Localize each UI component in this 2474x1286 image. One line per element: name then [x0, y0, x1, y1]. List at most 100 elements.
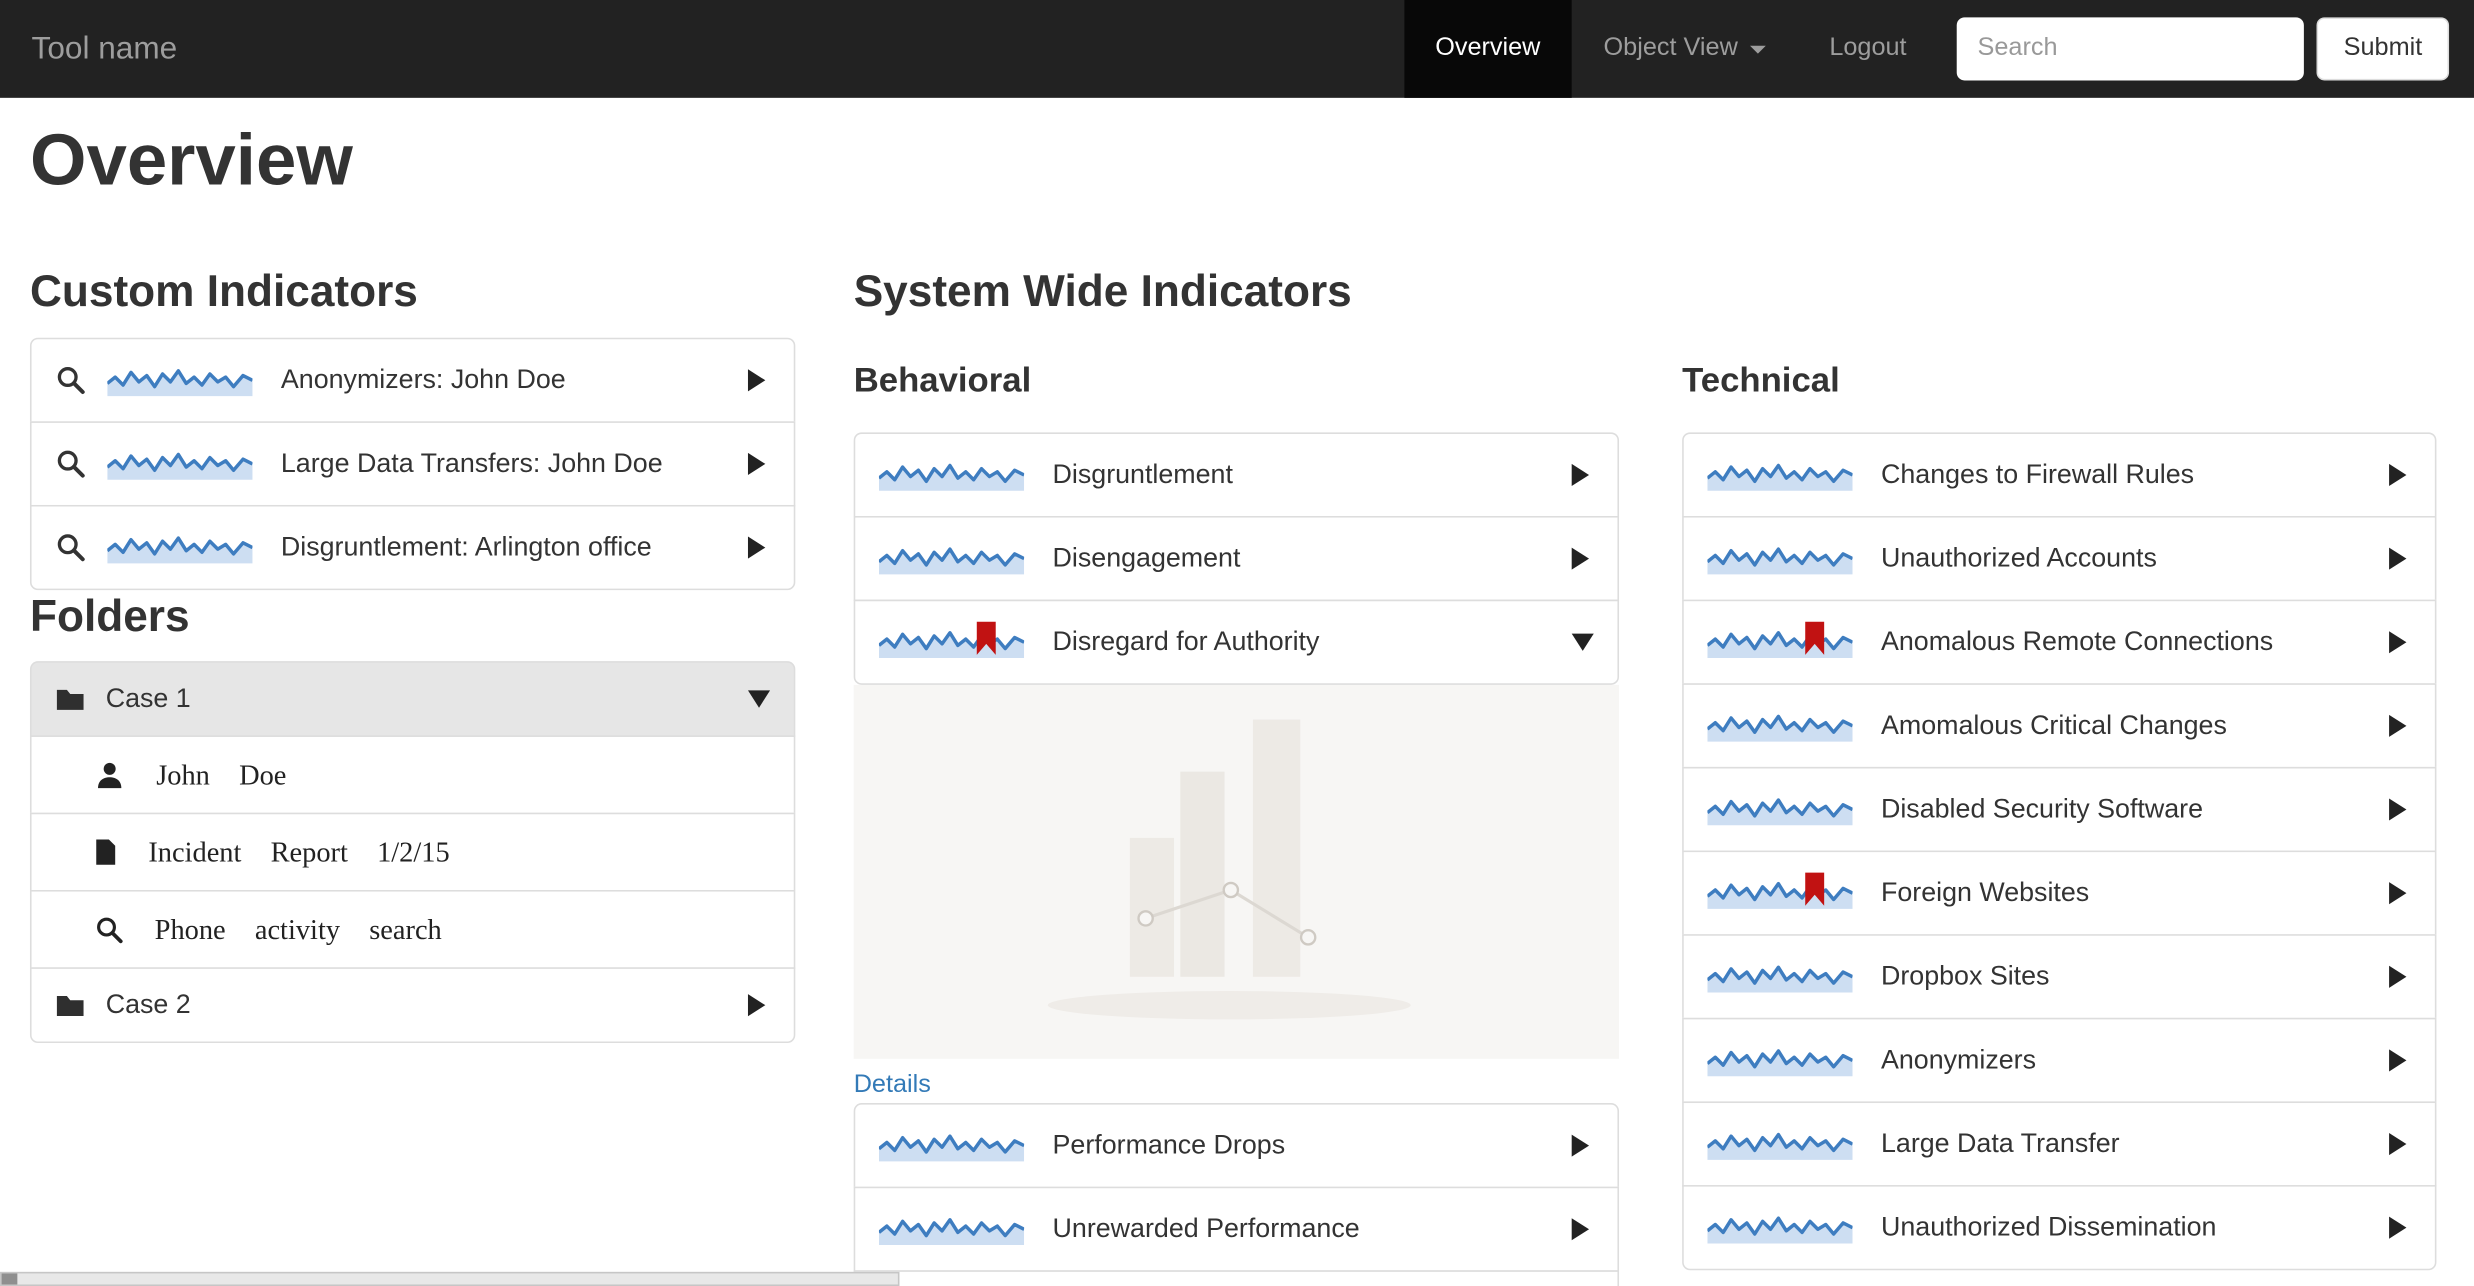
indicator-label: Anonymizers: John Doe: [280, 363, 566, 394]
indicator-label: Disengagement: [1052, 542, 1241, 573]
folder-case-1[interactable]: Case 1: [29, 661, 796, 738]
expand-caret-icon[interactable]: [2389, 714, 2407, 737]
behavioral-title: Behavioral: [853, 359, 1032, 399]
indicator-label: Amomalous Critical Changes: [1880, 710, 2227, 741]
nav-item-overview[interactable]: Overview: [1403, 0, 1572, 98]
search-icon: [57, 450, 85, 478]
indicator-row[interactable]: Large Data Transfer: [1682, 1101, 2437, 1187]
details-link[interactable]: Details: [854, 1071, 931, 1099]
custom-indicator-row[interactable]: Disgruntlement: Arlington office: [29, 504, 796, 590]
case-1-children: John Doe Incident Report 1/2/15 Phone ac…: [29, 735, 796, 970]
collapse-caret-icon[interactable]: [747, 690, 771, 709]
application-window: Tool name Overview Object View Logout Su…: [0, 0, 2474, 1286]
case-child-row[interactable]: John Doe: [29, 735, 796, 815]
custom-indicator-row[interactable]: Anonymizers: John Doe: [29, 337, 796, 423]
folder-case-2[interactable]: Case 2: [29, 967, 796, 1044]
expand-caret-icon[interactable]: [747, 452, 766, 475]
horizontal-scrollbar[interactable]: [0, 1271, 900, 1286]
indicator-label: Foreign Websites: [1880, 877, 2090, 908]
indicator-row[interactable]: Amomalous Critical Changes: [1682, 683, 2437, 769]
scrollbar-thumb[interactable]: [1, 1273, 18, 1285]
top-navbar: Tool name Overview Object View Logout Su…: [0, 0, 2474, 98]
placeholder-chart-image: [1047, 719, 1411, 1020]
sparkline-chart: [878, 1218, 1025, 1246]
expand-caret-icon[interactable]: [2389, 1216, 2407, 1239]
indicator-label: Performance Drops: [1052, 1129, 1286, 1160]
expand-caret-icon[interactable]: [2389, 1049, 2407, 1072]
folder-icon: [56, 996, 84, 1017]
expand-caret-icon[interactable]: [1571, 547, 1590, 570]
indicator-label: Changes to Firewall Rules: [1880, 459, 2195, 490]
expand-caret-icon[interactable]: [1571, 1218, 1590, 1241]
indicator-row[interactable]: Disregard for Authority: [853, 599, 1620, 685]
behavioral-more-list: Performance Drops Unrewarded Performance: [853, 1102, 1620, 1286]
nav-item-label: Logout: [1829, 34, 1907, 62]
expand-caret-icon[interactable]: [1571, 1134, 1590, 1157]
sparkline-chart: [1707, 798, 1853, 826]
indicator-label: Anonymizers: [1880, 1044, 2037, 1075]
behavioral-list: Disgruntlement Disengagement Disregard f…: [853, 432, 1620, 685]
nav-item-object-view[interactable]: Object View: [1572, 0, 1798, 98]
nav-item-logout[interactable]: Logout: [1798, 0, 1938, 98]
indicator-row[interactable]: Unauthorized Accounts: [1682, 515, 2437, 602]
search-icon: [97, 917, 123, 944]
indicator-label: Disregard for Authority: [1052, 626, 1320, 657]
indicator-row[interactable]: Disabled Security Software: [1682, 766, 2437, 853]
sparkline-chart: [878, 547, 1025, 575]
submit-button[interactable]: Submit: [2316, 17, 2450, 81]
nav-item-label: Overview: [1435, 34, 1541, 62]
custom-indicators-list: Anonymizers: John Doe Large Data Transfe…: [29, 337, 796, 590]
indicator-row[interactable]: Unauthorized Dissemination: [1682, 1185, 2437, 1271]
expand-caret-icon[interactable]: [2389, 1132, 2407, 1156]
indicator-row[interactable]: [853, 1270, 1620, 1286]
indicator-row[interactable]: Disgruntlement: [853, 432, 1620, 518]
indicator-row[interactable]: Dropbox Sites: [1682, 934, 2437, 1020]
indicator-row[interactable]: Unrewarded Performance: [853, 1186, 1620, 1272]
case-child-label: John Doe: [156, 758, 287, 791]
behavioral-column: Behavioral Disgruntlement Disengagement …: [853, 337, 1620, 1286]
sparkline-chart: [1707, 547, 1853, 575]
sparkline-chart: [107, 535, 253, 563]
expand-caret-icon[interactable]: [2389, 882, 2407, 905]
indicator-row[interactable]: Anomalous Remote Connections: [1682, 599, 2437, 685]
nav-item-label: Object View: [1603, 34, 1738, 62]
indicator-label: Unrewarded Performance: [1052, 1213, 1360, 1244]
folders-list: Case 1 John Doe Incident Report 1/2/15 P…: [29, 661, 796, 1044]
indicator-row[interactable]: Foreign Websites: [1682, 850, 2437, 936]
indicator-label: Unauthorized Accounts: [1880, 542, 2157, 573]
case-child-row[interactable]: Incident Report 1/2/15: [29, 812, 796, 892]
sparkline-chart: [878, 621, 1025, 659]
folders-title: Folders: [29, 591, 190, 641]
case-label: Case 2: [105, 989, 191, 1020]
expand-caret-icon[interactable]: [747, 368, 766, 391]
search-input[interactable]: [1957, 17, 2305, 81]
expand-caret-icon[interactable]: [2389, 631, 2407, 654]
expand-caret-icon[interactable]: [747, 535, 766, 558]
sparkline-chart: [1707, 1132, 1853, 1160]
expand-caret-icon[interactable]: [2389, 547, 2407, 570]
indicator-row[interactable]: Changes to Firewall Rules: [1682, 432, 2437, 518]
sparkline-chart: [1707, 621, 1853, 659]
custom-indicator-row[interactable]: Large Data Transfers: John Doe: [29, 420, 796, 506]
sparkline-chart: [1707, 872, 1853, 909]
case-child-label: Phone activity search: [154, 913, 442, 945]
folder-icon: [56, 690, 84, 711]
expand-caret-icon[interactable]: [2389, 965, 2407, 988]
sparkline-chart: [1707, 463, 1853, 491]
indicator-row[interactable]: Disengagement: [853, 515, 1620, 602]
indicator-row[interactable]: Anonymizers: [1682, 1017, 2437, 1103]
navbar-search-form: Submit: [1938, 0, 2474, 98]
system-wide-title: System Wide Indicators: [853, 266, 1352, 316]
case-child-row[interactable]: Phone activity search: [29, 890, 796, 970]
expand-caret-icon[interactable]: [2389, 798, 2407, 821]
indicator-row[interactable]: Performance Drops: [853, 1102, 1620, 1189]
left-column: Custom Indicators Anonymizers: John Doe …: [29, 265, 796, 1286]
indicator-label: Dropbox Sites: [1880, 960, 2050, 991]
expand-caret-icon[interactable]: [1571, 463, 1590, 486]
expand-caret-icon[interactable]: [2389, 463, 2407, 486]
technical-title: Technical: [1682, 359, 1840, 399]
case-label: Case 1: [105, 683, 191, 714]
collapse-caret-icon[interactable]: [1571, 633, 1594, 651]
indicator-label: Disgruntlement: [1052, 459, 1233, 490]
expand-caret-icon[interactable]: [747, 994, 766, 1017]
